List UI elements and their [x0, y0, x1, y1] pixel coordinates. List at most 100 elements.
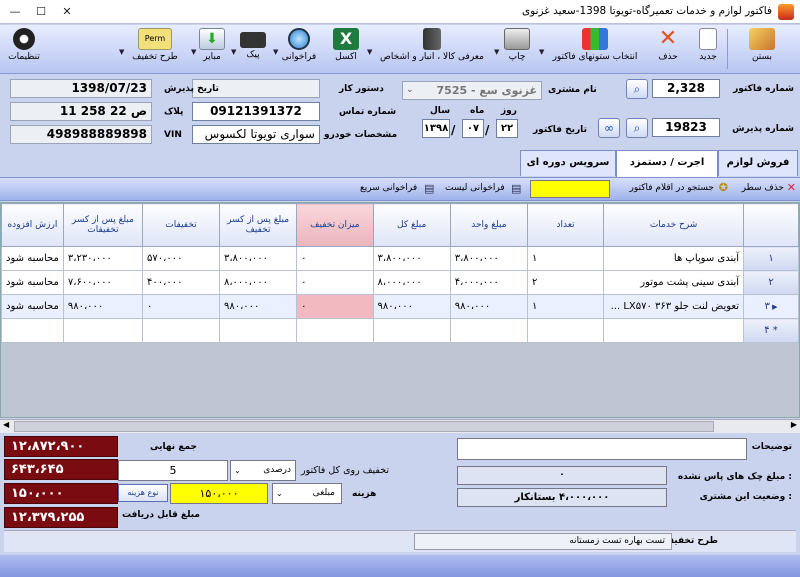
cost-input[interactable]: ۱۵۰،۰۰۰	[170, 483, 268, 504]
recall-list-button[interactable]: فراخوانی لیست	[445, 183, 505, 193]
delete-row-button[interactable]: حذف سطر	[742, 183, 784, 193]
customer-select[interactable]: ⌄ 7525 - غزنوی سع	[402, 81, 542, 100]
desc-cell[interactable]: آبندی سوپاپ ها	[603, 246, 745, 271]
reception-search-button[interactable]: ⌕	[626, 118, 648, 138]
tab-labor[interactable]: اجرت / دستمزد	[616, 150, 718, 177]
total-cell[interactable]: ۸،۰۰۰،۰۰۰	[372, 270, 451, 295]
grid-horizontal-scrollbar[interactable]: ◀ ▶	[0, 419, 800, 433]
close-button[interactable]: بستن	[729, 26, 795, 72]
invoice-number-field[interactable]: 2,328	[652, 79, 720, 98]
table-row[interactable]: * ۴	[1, 318, 799, 343]
close-window-button[interactable]: ✕	[54, 3, 80, 21]
qty-cell[interactable]: ۱	[526, 294, 605, 319]
minimize-button[interactable]: —	[2, 3, 28, 21]
unit-cell[interactable]: ۹۸۰،۰۰۰	[449, 294, 528, 319]
column-header[interactable]: ارزش افزوده	[1, 203, 64, 247]
vehicle-field[interactable]: سواری تویوتا لکسوس	[192, 125, 320, 144]
select-columns-button[interactable]: انتخاب ستونهای فاکتور ▼	[539, 26, 648, 72]
invoice-month-field[interactable]: ۰۷	[462, 119, 484, 138]
column-header[interactable]: مبلغ پس از کسر تخفیف	[218, 203, 298, 247]
phone-field[interactable]: 09121391372	[192, 102, 320, 121]
tab-parts[interactable]: فروش لوازم	[718, 150, 798, 176]
qty-cell[interactable]: ۲	[526, 270, 605, 295]
row-number[interactable]: ۲	[743, 270, 799, 295]
reception-date-field[interactable]: 1398/07/23	[10, 79, 152, 98]
discount-value-input[interactable]: 5	[118, 460, 228, 481]
new-button[interactable]: جدید	[690, 26, 726, 72]
column-header[interactable]: تخفیفات	[142, 203, 220, 247]
mabair-button[interactable]: ⬇ مبایر ▼	[191, 26, 230, 72]
discount-cell[interactable]: ۰	[296, 294, 374, 319]
cost-type-select[interactable]: مبلغی ⌄	[272, 483, 342, 504]
maximize-button[interactable]: ☐	[28, 3, 54, 21]
column-header[interactable]: تعداد	[526, 203, 605, 247]
excel-button[interactable]: X اکسل	[326, 26, 366, 72]
after-discounts-cell[interactable]	[62, 318, 144, 343]
grid-search-input[interactable]	[530, 180, 610, 198]
invoice-day-field[interactable]: ۲۲	[496, 119, 518, 138]
vat-cell[interactable]: محاسبه شود	[1, 294, 64, 319]
scrollbar-thumb[interactable]	[14, 421, 714, 432]
table-row[interactable]: ▶ ۳ تعویض لنت جلو LX۵۷۰ ۳۶۳ ... ۱ ۹۸۰،۰۰…	[1, 294, 799, 319]
cost-type-button[interactable]: نوع هزینه	[118, 484, 168, 502]
discount-plan-field[interactable]: تست بهاره تست زمستانه	[414, 533, 672, 550]
after-discount-cell[interactable]: ۳،۸۰۰،۰۰۰	[218, 246, 298, 271]
desc-cell[interactable]	[603, 318, 745, 343]
row-number[interactable]: ۱	[743, 246, 799, 271]
reception-link-button[interactable]: ∞	[598, 118, 620, 138]
after-discount-cell[interactable]: ۸،۰۰۰،۰۰۰	[218, 270, 298, 295]
qty-cell[interactable]	[526, 318, 605, 343]
entities-button[interactable]: معرفی کالا ، انبار و اشخاص ▼	[367, 26, 494, 72]
vat-cell[interactable]: محاسبه شود	[1, 270, 64, 295]
vin-field[interactable]: 498988889898	[10, 125, 152, 144]
recall-button[interactable]: فراخوانی ▼	[273, 26, 322, 72]
unit-cell[interactable]	[449, 318, 528, 343]
after-discount-cell[interactable]	[218, 318, 298, 343]
discount-cell[interactable]: ۰	[296, 246, 374, 271]
total-cell[interactable]	[372, 318, 451, 343]
table-row[interactable]: ۲ آبندی سینی پشت موتور ۲ ۴،۰۰۰،۰۰۰ ۸،۰۰۰…	[1, 270, 799, 295]
scroll-right-icon[interactable]: ▶	[791, 420, 797, 429]
row-number[interactable]: ▶ ۳	[743, 294, 799, 319]
quick-recall-button[interactable]: فراخوانی سریع	[360, 183, 417, 193]
tab-periodic-service[interactable]: سرویس دوره ای	[520, 150, 616, 176]
reception-number-field[interactable]: 19823	[652, 118, 720, 137]
desc-cell[interactable]: آبندی سینی پشت موتور	[603, 270, 745, 295]
total-cell[interactable]: ۳،۸۰۰،۰۰۰	[372, 246, 451, 271]
scroll-left-icon[interactable]: ◀	[3, 420, 9, 429]
discounts-cell[interactable]: ۰	[142, 294, 220, 319]
after-discounts-cell[interactable]: ۷،۶۰۰،۰۰۰	[62, 270, 144, 295]
total-cell[interactable]: ۹۸۰،۰۰۰	[372, 294, 451, 319]
settings-button[interactable]: تنظیمات	[2, 26, 46, 72]
discount-type-select[interactable]: درصدی ⌄	[230, 460, 296, 481]
invoice-year-field[interactable]: ۱۳۹۸	[422, 119, 450, 138]
unit-cell[interactable]: ۳،۸۰۰،۰۰۰	[449, 246, 528, 271]
desc-cell[interactable]: تعویض لنت جلو LX۵۷۰ ۳۶۳ ...	[603, 294, 745, 319]
invoice-search-button[interactable]: ⌕	[626, 79, 648, 99]
qty-cell[interactable]: ۱	[526, 246, 605, 271]
row-number[interactable]: * ۴	[743, 318, 799, 343]
column-header[interactable]: شرح خدمات	[603, 203, 745, 247]
discounts-cell[interactable]: ۵۷۰،۰۰۰	[142, 246, 220, 271]
column-header[interactable]: مبلغ واحد	[449, 203, 528, 247]
column-header[interactable]: میزان تخفیف	[296, 203, 374, 247]
vat-cell[interactable]: محاسبه شود	[1, 246, 64, 271]
vat-cell[interactable]	[1, 318, 64, 343]
courier-button[interactable]: پیک ▼	[231, 26, 272, 72]
after-discounts-cell[interactable]: ۳،۲۳۰،۰۰۰	[62, 246, 144, 271]
discounts-cell[interactable]	[142, 318, 220, 343]
discount-plan-button[interactable]: Perm طرح تخفیف ▼	[119, 26, 188, 72]
print-button[interactable]: چاپ ▼	[494, 26, 537, 72]
table-row[interactable]: ۱ آبندی سوپاپ ها ۱ ۳،۸۰۰،۰۰۰ ۳،۸۰۰،۰۰۰ ۰…	[1, 246, 799, 271]
column-header[interactable]: مبلغ کل	[372, 203, 451, 247]
plate-field[interactable]: 11 258 ص 22	[10, 102, 152, 121]
notes-field[interactable]	[457, 438, 747, 460]
discount-cell[interactable]: ۰	[296, 270, 374, 295]
discounts-cell[interactable]: ۴۰۰،۰۰۰	[142, 270, 220, 295]
delete-button[interactable]: ✕ حذف	[650, 26, 686, 72]
column-header[interactable]: مبلغ پس از کسر تخفیفات	[62, 203, 144, 247]
discount-cell[interactable]	[296, 318, 374, 343]
after-discount-cell[interactable]: ۹۸۰،۰۰۰	[218, 294, 298, 319]
unit-cell[interactable]: ۴،۰۰۰،۰۰۰	[449, 270, 528, 295]
after-discounts-cell[interactable]: ۹۸۰،۰۰۰	[62, 294, 144, 319]
